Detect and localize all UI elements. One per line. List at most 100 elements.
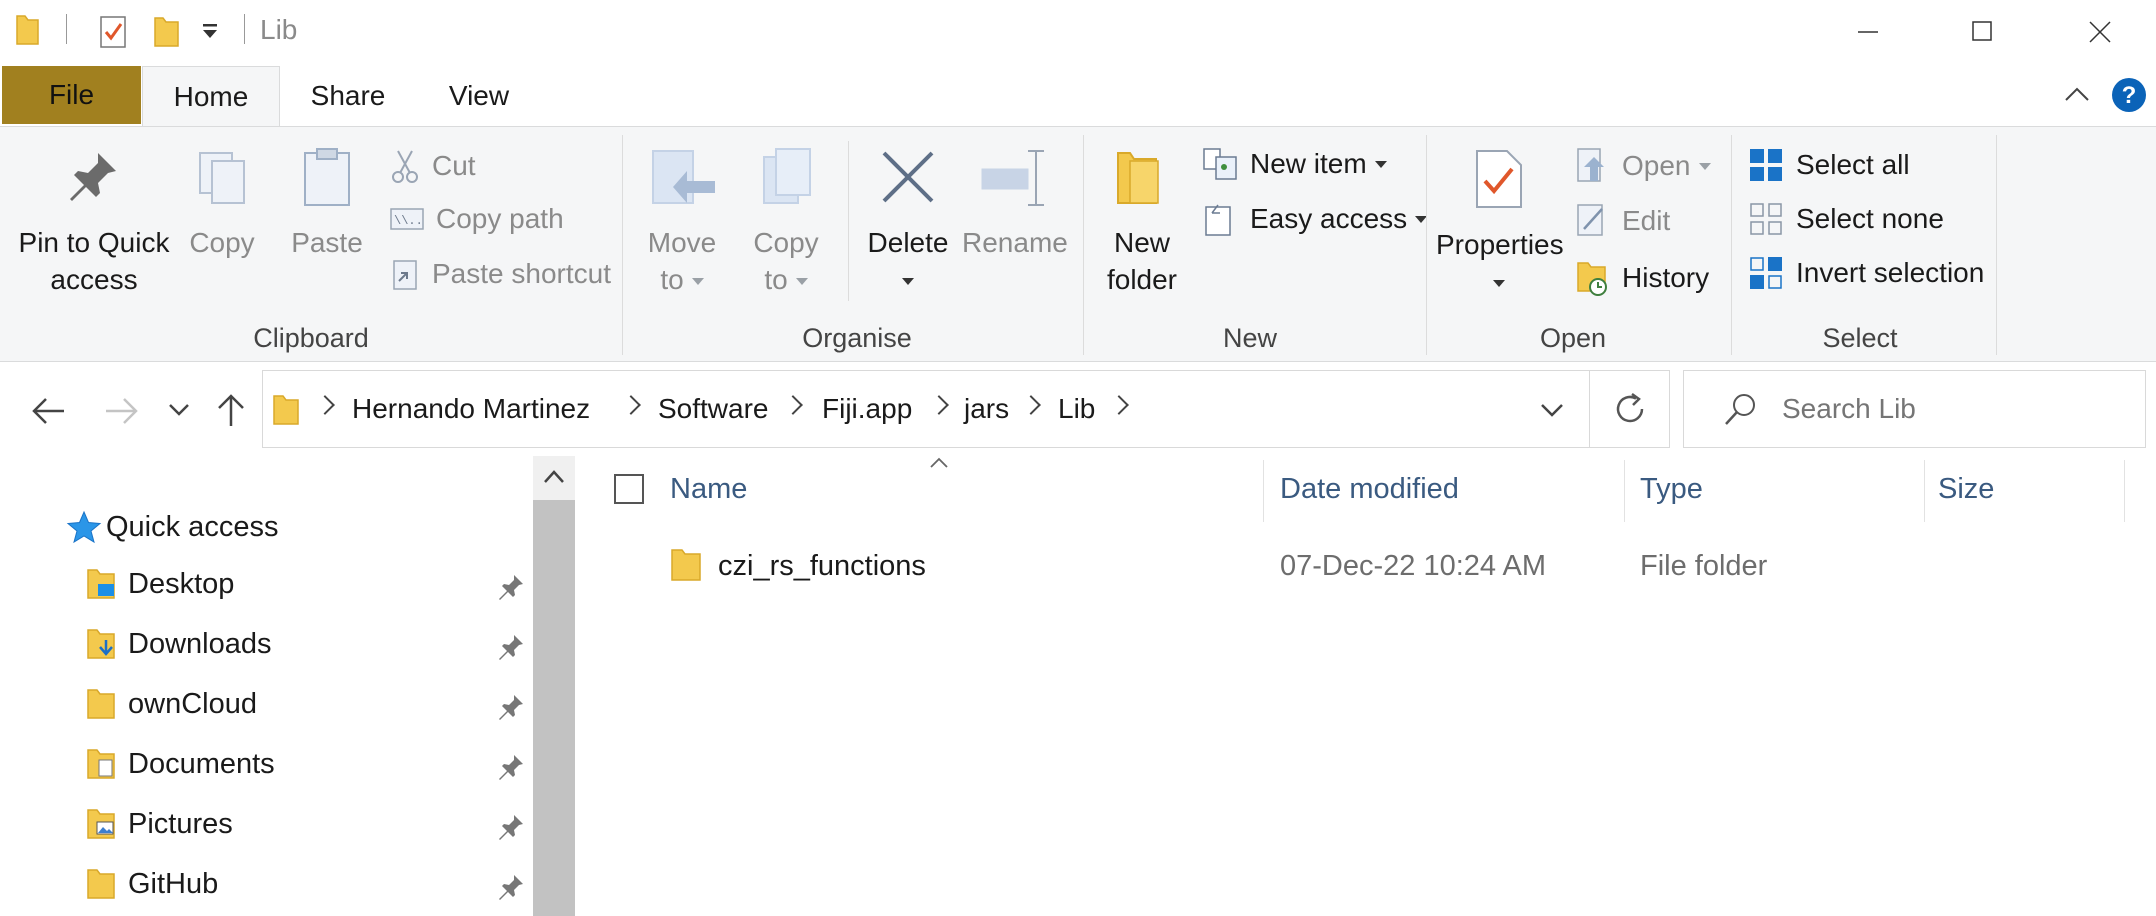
group-separator bbox=[1083, 135, 1084, 355]
quick-access-label: Quick access bbox=[106, 510, 279, 543]
column-header-size[interactable]: Size bbox=[1938, 473, 1994, 506]
new-item-dropdown-icon bbox=[1374, 160, 1387, 168]
file-list bbox=[576, 456, 2156, 916]
cut-label: Cut bbox=[432, 150, 476, 181]
up-arrow-icon[interactable] bbox=[216, 390, 246, 430]
invert-selection-button[interactable]: Invert selection bbox=[1748, 255, 1984, 291]
copy-to-button[interactable]: Copy to bbox=[744, 147, 828, 298]
nav-item-label: Desktop bbox=[128, 567, 235, 600]
nav-item-downloads[interactable]: Downloads bbox=[86, 626, 271, 662]
pin-to-quick-access-button[interactable]: Pin to Quick access bbox=[14, 147, 174, 298]
tab-home[interactable]: Home bbox=[142, 66, 280, 126]
column-separator[interactable] bbox=[2124, 460, 2125, 522]
column-separator[interactable] bbox=[1263, 460, 1264, 522]
column-separator[interactable] bbox=[1924, 460, 1925, 522]
star-icon bbox=[66, 510, 102, 544]
open-button[interactable]: Open bbox=[1576, 147, 1711, 185]
group-label-organise: Organise bbox=[802, 323, 912, 353]
tab-file[interactable]: File bbox=[2, 66, 141, 124]
collapse-ribbon-icon[interactable] bbox=[2062, 82, 2092, 106]
invert-selection-label: Invert selection bbox=[1796, 257, 1985, 288]
refresh-icon bbox=[1616, 392, 1643, 423]
column-separator[interactable] bbox=[1624, 460, 1625, 522]
tab-share[interactable]: Share bbox=[296, 66, 400, 126]
paste-shortcut-icon bbox=[393, 260, 417, 290]
copy-button[interactable]: Copy bbox=[180, 147, 264, 261]
file-date-modified: 07-Dec-22 10:24 AM bbox=[1280, 550, 1546, 582]
search-input[interactable] bbox=[1780, 385, 2134, 433]
folder-icon bbox=[671, 549, 701, 581]
edit-label: Edit bbox=[1622, 205, 1671, 236]
minimize-icon[interactable] bbox=[1848, 14, 1888, 50]
help-icon[interactable]: ? bbox=[2111, 77, 2147, 113]
column-header-type[interactable]: Type bbox=[1640, 473, 1703, 506]
nav-item-label: Downloads bbox=[128, 627, 272, 660]
nav-scrollbar-thumb[interactable] bbox=[533, 500, 575, 916]
back-arrow-icon[interactable] bbox=[30, 396, 68, 426]
breadcrumb-jars[interactable]: jars bbox=[964, 393, 1009, 425]
column-header-name[interactable]: Name bbox=[670, 473, 747, 506]
easy-access-label: Easy access bbox=[1250, 203, 1408, 234]
group-label-open: Open bbox=[1539, 323, 1607, 353]
nav-item-documents[interactable]: Documents bbox=[86, 746, 275, 782]
nav-item-github[interactable]: GitHub bbox=[86, 866, 218, 902]
new-folder-line2: folder bbox=[1106, 264, 1178, 295]
breadcrumb-lib[interactable]: Lib bbox=[1058, 393, 1095, 425]
cut-button[interactable]: Cut bbox=[390, 149, 476, 183]
properties-quick-icon[interactable] bbox=[98, 14, 128, 50]
maximize-icon[interactable] bbox=[1962, 12, 2002, 52]
customize-toolbar-icon[interactable] bbox=[200, 22, 220, 42]
forward-arrow-icon[interactable] bbox=[102, 396, 140, 426]
select-all-button[interactable]: Select all bbox=[1748, 147, 1910, 183]
recent-locations-chevron-icon[interactable] bbox=[166, 400, 192, 420]
history-button[interactable]: History bbox=[1576, 259, 1709, 297]
delete-button[interactable]: Delete bbox=[862, 147, 954, 298]
svg-text:\\...: \\... bbox=[394, 214, 424, 228]
select-all-checkbox[interactable] bbox=[614, 474, 644, 504]
breadcrumb-hernando-martinez[interactable]: Hernando Martinez bbox=[352, 393, 590, 425]
refresh-button[interactable] bbox=[1590, 370, 1670, 448]
move-to-dropdown-icon bbox=[691, 278, 704, 286]
select-none-button[interactable]: Select none bbox=[1748, 201, 1944, 237]
search-box[interactable] bbox=[1683, 370, 2146, 448]
pin-label-line2: access bbox=[50, 264, 138, 295]
scroll-up-arrow-icon[interactable] bbox=[540, 466, 568, 488]
search-icon bbox=[1725, 394, 1755, 425]
tab-view[interactable]: View bbox=[424, 66, 534, 126]
downloads-folder-icon bbox=[87, 629, 115, 659]
invert-selection-icon bbox=[1750, 257, 1782, 289]
nav-quick-access[interactable]: Quick access bbox=[66, 510, 278, 544]
title-separator bbox=[66, 14, 67, 44]
easy-access-button[interactable]: Easy access bbox=[1202, 201, 1428, 237]
new-folder-quick-icon[interactable] bbox=[152, 14, 182, 50]
paste-button[interactable]: Paste bbox=[282, 147, 372, 261]
paste-shortcut-button[interactable]: Paste shortcut bbox=[390, 257, 611, 291]
pictures-folder-icon bbox=[87, 809, 115, 839]
edit-button[interactable]: Edit bbox=[1576, 203, 1670, 239]
select-none-icon bbox=[1750, 203, 1782, 235]
pin-icon bbox=[499, 695, 523, 720]
table-row[interactable]: czi_rs_functions 07-Dec-22 10:24 AM File… bbox=[640, 536, 2140, 598]
address-history-chevron-icon[interactable] bbox=[1538, 400, 1566, 420]
new-folder-button[interactable]: New folder bbox=[1098, 147, 1186, 298]
copy-path-label: Copy path bbox=[436, 203, 564, 234]
breadcrumb-fiji-app[interactable]: Fiji.app bbox=[822, 393, 912, 425]
copy-path-button[interactable]: \\... Copy path bbox=[390, 203, 564, 235]
close-icon[interactable] bbox=[2080, 12, 2120, 52]
nav-item-desktop[interactable]: Desktop bbox=[86, 566, 234, 602]
file-type: File folder bbox=[1640, 550, 1768, 582]
group-label-clipboard: Clipboard bbox=[253, 323, 369, 353]
folder-app-icon bbox=[16, 15, 39, 45]
breadcrumb-software[interactable]: Software bbox=[658, 393, 769, 425]
properties-button[interactable]: Properties bbox=[1436, 147, 1564, 300]
rename-button[interactable]: Rename bbox=[962, 147, 1068, 261]
subgroup-separator bbox=[848, 141, 849, 301]
address-folder-icon bbox=[273, 395, 299, 425]
move-to-button[interactable]: Move to bbox=[640, 147, 724, 298]
nav-item-owncloud[interactable]: ownCloud bbox=[86, 686, 257, 722]
edit-icon bbox=[1577, 204, 1603, 236]
new-item-button[interactable]: New item bbox=[1202, 147, 1387, 181]
column-header-date-modified[interactable]: Date modified bbox=[1280, 473, 1459, 506]
nav-item-label: Documents bbox=[128, 747, 275, 780]
nav-item-pictures[interactable]: Pictures bbox=[86, 806, 233, 842]
